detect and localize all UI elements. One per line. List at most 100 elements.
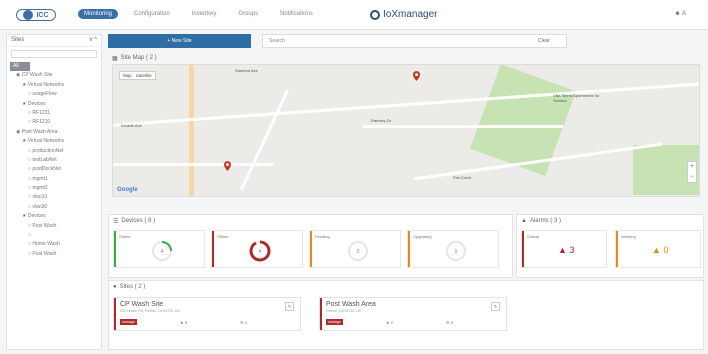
tab-monitoring[interactable]: Monitoring [78, 9, 119, 19]
sidebar-header: Sites v ^ [7, 35, 101, 47]
warning-icon: ▲ [558, 245, 567, 255]
network-icon: ★ [386, 320, 390, 325]
sidebar-tree-item[interactable]: ○ postDockNet [10, 165, 98, 174]
sidebar-tree-item[interactable]: ◉ Post Wash Area [10, 128, 98, 137]
status-bar [408, 231, 410, 267]
site-map[interactable]: Map Satellite Stanford Ave Kimball Ave R… [112, 64, 700, 197]
device-status-card[interactable]: Pending 0 [309, 230, 401, 268]
alarm-status-card[interactable]: Critical ▲ 3 [521, 230, 607, 268]
site-edit-button[interactable]: ✎ [491, 302, 500, 311]
sidebar-tree-item[interactable]: ○ mgmt2 [10, 184, 98, 193]
map-type-control[interactable]: Map Satellite [119, 71, 156, 80]
zoom-in-icon[interactable]: + [690, 164, 694, 170]
tab-configuration[interactable]: Configuration [128, 9, 176, 19]
clear-button[interactable]: Clear [538, 38, 550, 44]
sidebar-tree-item[interactable]: ○ Post Wash [10, 222, 98, 231]
tree-node-label: usageFlow [32, 91, 57, 98]
status-gauge: 4 [152, 241, 172, 261]
site-devices-count: ☰ 4 [240, 320, 247, 325]
site-address: 500 Linden Rd, Fresno, CA 93720, US [120, 309, 180, 313]
site-card[interactable]: Post Wash Area Fresno, CA 93720, US manage… [319, 297, 507, 331]
site-name: CP Wash Site [120, 301, 164, 308]
map-icon: ▦ [112, 55, 118, 62]
sidebar-tree-item[interactable]: ★ Virtual Networks [10, 81, 98, 90]
sidebar-tree-item[interactable]: ○ vlan10 [10, 193, 98, 202]
device-status-card[interactable]: Online 4 [113, 230, 205, 268]
tree-node-icon: ○ [28, 232, 32, 239]
sidebar-tree-item[interactable]: ○ vlan20 [10, 203, 98, 212]
brand-icon [370, 9, 380, 20]
status-bar [616, 231, 618, 267]
tree-node-label: Virtual Networks [27, 81, 65, 88]
sites-header: ● Sites ( 2 ) [113, 284, 146, 290]
sidebar-tree-item[interactable]: ○ Home Wash [10, 240, 98, 249]
top-bar: ICC Monitoring Configuration Inventory G… [0, 0, 708, 30]
zoom-control[interactable]: + − [687, 161, 697, 183]
tree-node-label: CP Wash Site [21, 72, 53, 79]
device-status-card[interactable]: Offline 4 [211, 230, 303, 268]
search-input[interactable]: Search [262, 34, 567, 48]
app-logo[interactable]: ICC [16, 9, 56, 21]
collapse-toggle[interactable]: v ^ [90, 37, 97, 44]
sidebar-tree-item[interactable]: ○ Post Wash [10, 250, 98, 259]
manage-badge[interactable]: manage [326, 319, 343, 325]
sidebar-tree-item[interactable]: ○ mgmt1 [10, 175, 98, 184]
device-icon: ☰ [446, 320, 450, 325]
map-pin-icon[interactable] [224, 161, 231, 171]
status-gauge: 4 [249, 240, 271, 262]
site-tree: All ◉ CP Wash Site ★ Virtual Networks ○ usa… [7, 61, 101, 260]
sidebar-tree-item[interactable]: ★ Devices [10, 212, 98, 221]
sidebar-tree-item[interactable]: ★ Devices [10, 100, 98, 109]
tree-node-label: mgmt1 [32, 175, 48, 182]
action-row: + New Site Search Clear [108, 34, 704, 48]
site-edit-button[interactable]: ✎ [285, 302, 294, 311]
device-status-card[interactable]: Upgrading 0 [407, 230, 499, 268]
brand-title: IoXmanager [370, 9, 437, 20]
tree-node-label: mgmt2 [32, 185, 48, 192]
sidebar-tree-item[interactable]: ○ RF1210 [10, 118, 98, 127]
site-status-bar [320, 298, 322, 330]
sidebar-tree-item[interactable]: ○ usageFlow [10, 90, 98, 99]
tree-node-label: Post Wash [32, 222, 57, 229]
status-gauge: 0 [446, 241, 466, 261]
map-pin-icon[interactable] [413, 71, 420, 81]
new-site-button[interactable]: + New Site [108, 34, 251, 48]
status-bar [310, 231, 312, 267]
bell-icon: ▲ [521, 218, 527, 224]
sidebar-search-input[interactable] [11, 50, 97, 58]
zoom-out-icon[interactable]: − [690, 174, 694, 180]
status-gauge: 0 [348, 241, 368, 261]
tab-inventory[interactable]: Inventory [186, 9, 223, 19]
device-icon: ☰ [240, 320, 244, 325]
manage-badge[interactable]: manage [120, 319, 137, 325]
alarm-count: ▲ 0 [652, 245, 669, 255]
sidebar-tree-item[interactable]: ◉ CP Wash Site [10, 71, 98, 80]
road [113, 82, 699, 127]
status-label: Pending [315, 234, 330, 239]
sidebar-tree-item[interactable]: ○ [10, 231, 98, 240]
sidebar-tree-item[interactable]: ○ testLabNet [10, 156, 98, 165]
map-header: ▦ Site Map ( 2 ) [112, 55, 157, 62]
tab-notifications[interactable]: Notifications [274, 9, 319, 19]
tree-node-label: vlan20 [32, 203, 48, 210]
sidebar-tree-item[interactable]: All [10, 62, 30, 72]
logo-icon [23, 10, 34, 20]
site-card[interactable]: CP Wash Site 500 Linden Rd, Fresno, CA 93… [113, 297, 301, 331]
alarm-status-card[interactable]: Warning ▲ 0 [615, 230, 701, 268]
sidebar-tree-item[interactable]: ○ RF1231 [10, 109, 98, 118]
site-devices-count: ☰ 5 [446, 320, 453, 325]
user-menu[interactable]: ☻ A [674, 11, 686, 17]
sidebar-tree-item[interactable]: ○ productionNet [10, 147, 98, 156]
devices-icon: ☰ [113, 218, 119, 225]
status-count: 0 [357, 249, 360, 255]
tree-node-label: testLabNet [32, 156, 57, 163]
tree-node-label: vlan10 [32, 194, 48, 201]
main-content: + New Site Search Clear ▦ Site Map ( 2 )… [108, 34, 704, 350]
devices-panel: ☰ Devices ( 8 ) Online 4 Offline 4 Pending 0 Up… [108, 214, 513, 278]
warning-icon: ▲ [652, 245, 661, 255]
tree-node-label: RF1210 [32, 119, 51, 126]
sidebar-tree-item[interactable]: ★ Virtual Networks [10, 137, 98, 146]
location-icon: ● [113, 284, 117, 290]
tab-groups[interactable]: Groups [232, 9, 264, 19]
site-networks-count: ★ 5 [180, 320, 187, 325]
